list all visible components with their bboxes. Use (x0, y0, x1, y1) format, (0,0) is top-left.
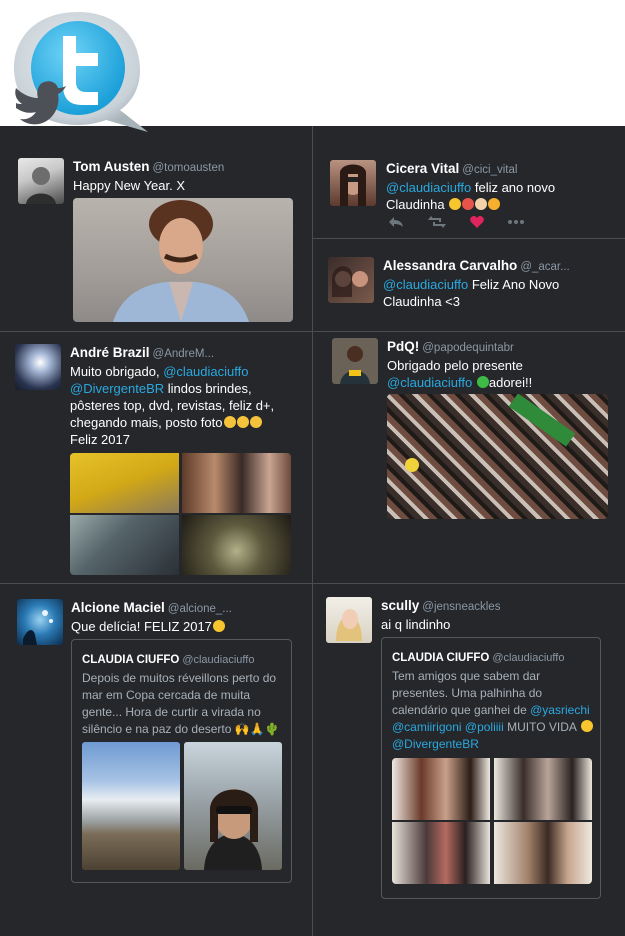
tweet-text: @claudiaciuffo feliz ano novo Claudinha (386, 180, 556, 212)
row-divider (312, 238, 625, 239)
user-handle[interactable]: @tomoausten (153, 162, 225, 174)
mention-link[interactable]: @DivergenteBR (70, 381, 164, 396)
tweet-text: Obrigado pelo presente @claudiaciuffo ado… (387, 358, 533, 390)
tweet-card[interactable]: Cicera Vital @cici_vital @claudiaciuffo f… (330, 160, 620, 236)
kiss-emoji (488, 198, 501, 210)
display-name[interactable]: Tom Austen (73, 159, 150, 174)
display-name[interactable]: PdQ! (387, 339, 419, 354)
calendar-photo-grid[interactable] (392, 758, 592, 884)
mention-link[interactable]: @poliiii (465, 720, 504, 734)
more-icon[interactable] (508, 220, 524, 224)
quoted-text: Tem amigos que sabem dar presentes. Uma … (392, 668, 596, 753)
avatar[interactable] (17, 599, 63, 645)
twitter-bird-speech-bubble-icon (14, 12, 148, 132)
reply-icon[interactable] (388, 216, 404, 228)
party-emoji (462, 198, 475, 210)
retweet-icon[interactable] (428, 216, 446, 228)
tweet-card[interactable]: Alessandra Carvalho @_acar... @claudiaciu… (328, 257, 620, 327)
avatar[interactable] (18, 158, 64, 204)
photo-selfie[interactable] (184, 742, 282, 870)
tweet-text: ai q lindinho (381, 617, 451, 632)
quoted-display-name[interactable]: CLAUDIA CIUFFO (392, 652, 489, 664)
mention-link[interactable]: @claudiaciuffo (383, 277, 468, 292)
tweet-board: Tom Austen @tomoausten Happy New Year. X … (0, 126, 625, 936)
tweet-text: @claudiaciuffo Feliz Ano Novo Claudinha <… (383, 277, 560, 309)
quoted-user-handle[interactable]: @claudiaciuffo (182, 654, 254, 666)
display-name[interactable]: André Brazil (70, 345, 150, 360)
tweet-media[interactable] (387, 394, 608, 519)
mention-link[interactable]: @claudiaciuffo (386, 180, 471, 195)
row-divider (312, 331, 625, 332)
tweet-text: Muito obrigado, @claudiaciuffo @Divergen… (70, 364, 275, 447)
quoted-display-name[interactable]: CLAUDIA CIUFFO (82, 654, 179, 666)
mention-link[interactable]: @camiirigoni (392, 720, 462, 734)
tweet-card[interactable]: scully @jensneackles ai q lindinho CLAUDI… (326, 597, 620, 932)
photo-package[interactable] (70, 453, 179, 513)
clap-emoji (249, 416, 262, 428)
user-handle[interactable]: @jensneackles (422, 601, 500, 613)
display-name[interactable]: Alessandra Carvalho (383, 258, 517, 273)
avatar[interactable] (326, 597, 372, 643)
avatar[interactable] (330, 160, 376, 206)
photo-poster-closeup[interactable] (182, 515, 291, 575)
tweet-text: Que delícia! FELIZ 2017 (71, 618, 303, 635)
photo-calendar-2[interactable] (494, 758, 592, 820)
mention-link[interactable]: @claudiaciuffo (163, 364, 248, 379)
mention-link[interactable]: @claudiaciuffo (387, 375, 472, 390)
tweet-actions (388, 216, 524, 228)
quoted-tweet[interactable]: CLAUDIA CIUFFO @claudiaciuffo Depois de m… (71, 639, 292, 883)
green-heart-emoji (476, 376, 489, 388)
tweet-media-grid[interactable] (70, 453, 291, 575)
display-name[interactable]: Alcione Maciel (71, 600, 165, 615)
tweet-card[interactable]: Tom Austen @tomoausten Happy New Year. X (18, 158, 308, 328)
mention-link[interactable]: @yasriechi (530, 703, 590, 717)
tweet-media[interactable] (73, 198, 293, 322)
column-divider (312, 126, 313, 936)
mention-link[interactable]: @DivergenteBR (392, 737, 479, 751)
wink-emoji (212, 620, 225, 632)
quoted-tweet[interactable]: CLAUDIA CIUFFO @claudiaciuffo Tem amigos … (381, 637, 601, 899)
tweet-text: Happy New Year. X (73, 178, 186, 193)
avatar[interactable] (332, 338, 378, 384)
clap-emoji (236, 416, 249, 428)
row-divider (0, 583, 625, 584)
tweet-card[interactable]: PdQ! @papodequintabr Obrigado pelo presen… (332, 338, 622, 580)
quoted-user-handle[interactable]: @claudiaciuffo (492, 652, 564, 664)
user-handle[interactable]: @_acar... (520, 261, 569, 273)
heart-eyes-emoji (449, 198, 462, 210)
tweet-card[interactable]: André Brazil @AndreM... Muito obrigado, @… (15, 344, 309, 580)
display-name[interactable]: Cicera Vital (386, 161, 459, 176)
user-handle[interactable]: @papodequintabr (422, 342, 514, 354)
photo-calendar-3[interactable] (392, 822, 490, 884)
photo-posters[interactable] (182, 453, 291, 513)
user-handle[interactable]: @AndreM... (153, 348, 215, 360)
photo-poster-action[interactable] (70, 515, 179, 575)
clap-emoji (475, 198, 488, 210)
heart-eyes-emoji (580, 720, 593, 732)
photo-calendar-4[interactable] (494, 822, 592, 884)
photo-calendar-1[interactable] (392, 758, 490, 820)
photo-desert[interactable] (82, 742, 180, 870)
row-divider (0, 331, 312, 332)
like-icon[interactable] (470, 216, 484, 228)
avatar[interactable] (328, 257, 374, 303)
display-name[interactable]: scully (381, 598, 419, 613)
user-handle[interactable]: @alcione_... (168, 603, 232, 615)
avatar[interactable] (15, 344, 61, 390)
clap-emoji (223, 416, 236, 428)
tweet-card[interactable]: Alcione Maciel @alcione_... Que delícia! … (17, 599, 309, 929)
quoted-text: Depois de muitos réveillons perto do mar… (82, 671, 280, 736)
user-handle[interactable]: @cici_vital (462, 164, 517, 176)
